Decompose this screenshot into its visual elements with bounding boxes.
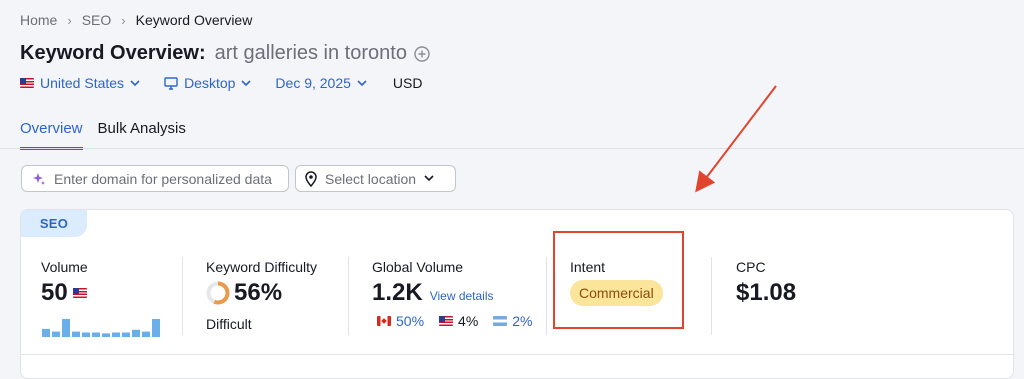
- annotation-arrow-icon: [695, 85, 777, 193]
